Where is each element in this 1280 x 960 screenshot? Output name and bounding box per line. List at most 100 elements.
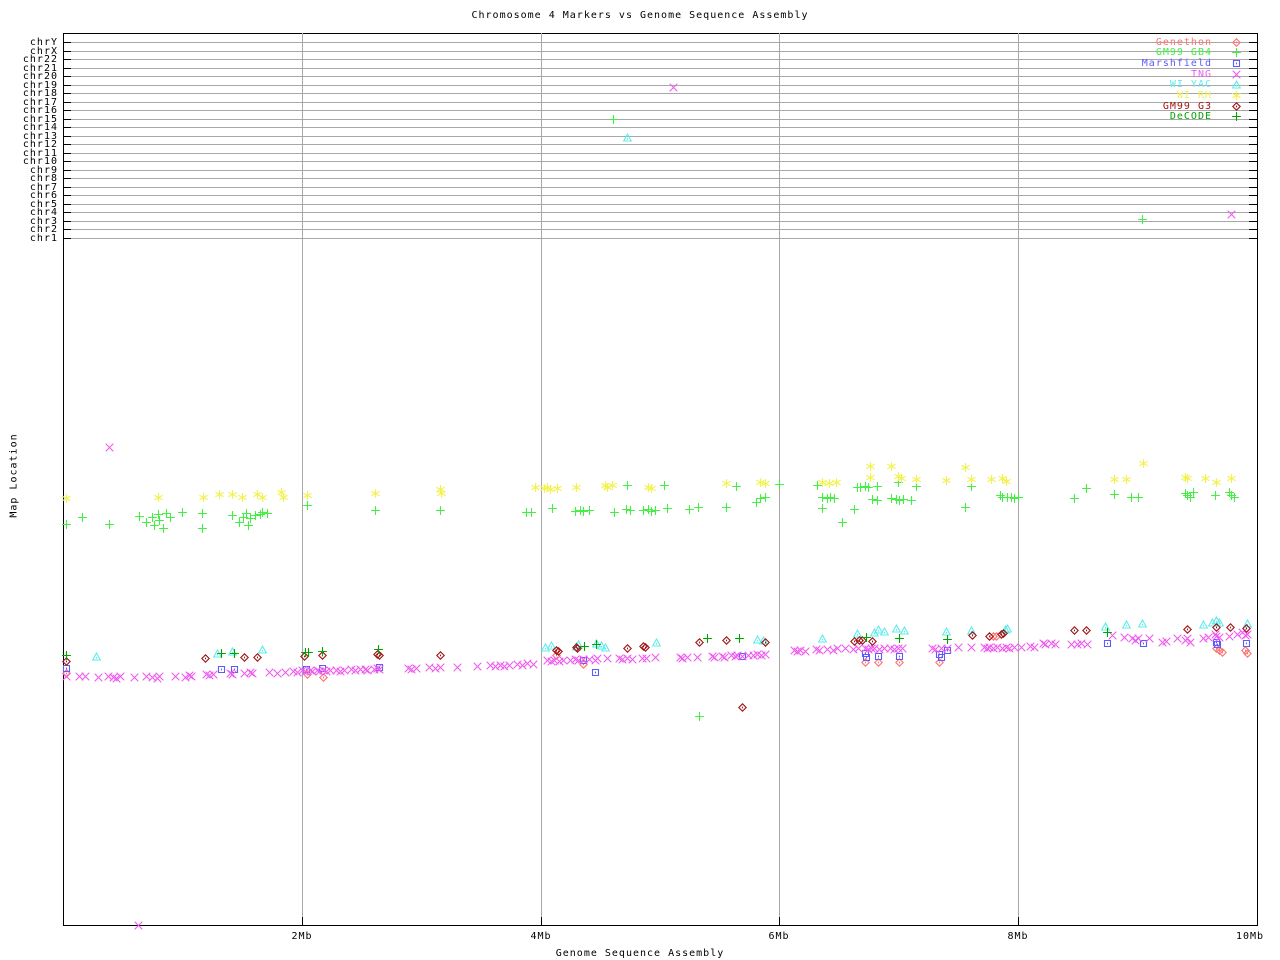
- data-point-genethon: [1217, 647, 1227, 657]
- data-point-tng: [248, 668, 257, 678]
- plus-icon: [850, 504, 860, 514]
- data-point-wi-yac: [879, 626, 889, 636]
- x-gridline: [302, 33, 303, 925]
- diamond-dot-icon: [737, 702, 747, 712]
- data-point-gm99-gb4: [1013, 492, 1023, 502]
- square-dot-icon: [862, 653, 871, 661]
- data-point-gm99-gb4: [1229, 492, 1239, 502]
- right-tick: [1249, 93, 1257, 94]
- triangle-dot-icon: [817, 633, 827, 643]
- data-point-gm99-g3: [200, 653, 210, 663]
- data-point-gm99-gb4: [623, 480, 633, 490]
- right-tick: [1249, 51, 1257, 52]
- data-point-decode: [592, 639, 602, 649]
- data-point-tng: [1134, 633, 1143, 643]
- plus-icon: [62, 650, 72, 660]
- x-tick-label: 10Mb: [1235, 931, 1265, 942]
- triangle-dot-icon: [1137, 618, 1147, 628]
- x-tick: [779, 917, 780, 925]
- data-point-wi-rh: [987, 474, 997, 484]
- right-tick: [1249, 136, 1257, 137]
- triangle-dot-icon: [1198, 619, 1208, 629]
- right-tick: [1249, 68, 1257, 69]
- square-dot-icon: [1242, 639, 1250, 647]
- triangle-dot-icon: [600, 642, 610, 652]
- legend-label-wi-rh: WI RH: [1176, 90, 1212, 101]
- data-point-gm99-g3: [623, 643, 633, 653]
- asterisk-icon: [722, 478, 732, 488]
- plus-icon: [1134, 492, 1144, 502]
- diamond-dot-icon: [1183, 624, 1193, 634]
- plus-icon: [650, 505, 660, 515]
- plot-area-border: [63, 33, 1258, 926]
- data-point-wi-yac: [623, 132, 633, 142]
- data-point-wi-yac: [600, 642, 610, 652]
- x-gridline: [1018, 33, 1019, 925]
- plus-icon: [862, 632, 872, 642]
- y-tick-label-chr1: chr1: [29, 233, 58, 244]
- left-tick: [63, 102, 71, 103]
- right-tick: [1249, 110, 1257, 111]
- cross-icon: [1051, 639, 1060, 649]
- left-tick: [63, 204, 71, 205]
- data-point-gm99-gb4: [198, 508, 208, 518]
- data-point-tng: [62, 671, 71, 681]
- data-point-tng: [1227, 209, 1236, 219]
- data-point-gm99-gb4: [694, 711, 704, 721]
- asterisk-icon: [199, 492, 209, 502]
- x-tick: [302, 917, 303, 925]
- x-tick: [1257, 917, 1258, 925]
- cross-icon: [130, 672, 139, 682]
- data-point-wi-rh: [896, 473, 906, 483]
- data-point-wi-rh: [647, 483, 656, 493]
- right-tick: [1249, 195, 1257, 196]
- asterisk-icon: [437, 488, 446, 498]
- data-point-decode: [373, 644, 383, 654]
- data-point-wi-rh: [942, 475, 951, 485]
- diamond-dot-icon: [200, 653, 210, 663]
- legend-label-marshfield: Marshfield: [1141, 57, 1212, 69]
- data-point-wi-rh: [553, 483, 562, 493]
- data-point-gm99-gb4: [625, 505, 635, 515]
- cross-icon: [473, 661, 482, 671]
- data-point-marshfield: [862, 653, 871, 662]
- plus-icon: [895, 633, 905, 643]
- left-tick: [63, 153, 71, 154]
- data-point-tng: [116, 671, 125, 681]
- data-point-wi-rh: [865, 472, 875, 482]
- data-point-gm99-gb4: [774, 479, 784, 489]
- data-point-gm99-gb4: [105, 519, 115, 529]
- left-tick: [63, 238, 71, 239]
- cross-icon: [593, 653, 602, 663]
- chromosome-row-line: [63, 127, 1257, 128]
- data-point-gm99-gb4: [177, 507, 187, 517]
- cross-icon: [105, 442, 114, 452]
- data-point-gm99-gb4: [660, 480, 670, 490]
- diamond-dot-icon: [999, 628, 1009, 638]
- diamond-dot-icon: [641, 642, 651, 652]
- triangle-dot-icon: [879, 626, 889, 636]
- data-point-gm99-gb4: [1137, 214, 1147, 224]
- data-point-wi-rh: [1110, 474, 1120, 484]
- data-point-wi-rh: [832, 477, 841, 487]
- data-point-tng: [130, 672, 139, 682]
- data-point-gm99-gb4: [435, 505, 445, 515]
- plus-icon: [625, 505, 635, 515]
- data-point-tng: [81, 671, 90, 681]
- data-point-marshfield: [1103, 639, 1112, 648]
- data-point-wi-yac: [1198, 619, 1208, 629]
- data-point-tng: [155, 671, 164, 681]
- plus-icon: [105, 519, 115, 529]
- data-point-tng: [375, 664, 384, 674]
- plus-icon: [177, 507, 187, 517]
- data-point-tng: [436, 662, 445, 672]
- data-point-marshfield: [591, 668, 600, 677]
- x-tick-label: 2Mb: [291, 931, 313, 942]
- right-tick: [1249, 238, 1257, 239]
- data-point-gm99-g3: [1241, 623, 1251, 633]
- cross-icon: [116, 671, 125, 681]
- cross-icon: [801, 646, 810, 656]
- diamond-dot-icon: [985, 631, 995, 641]
- cross-icon: [62, 671, 71, 681]
- plus-icon: [158, 523, 168, 533]
